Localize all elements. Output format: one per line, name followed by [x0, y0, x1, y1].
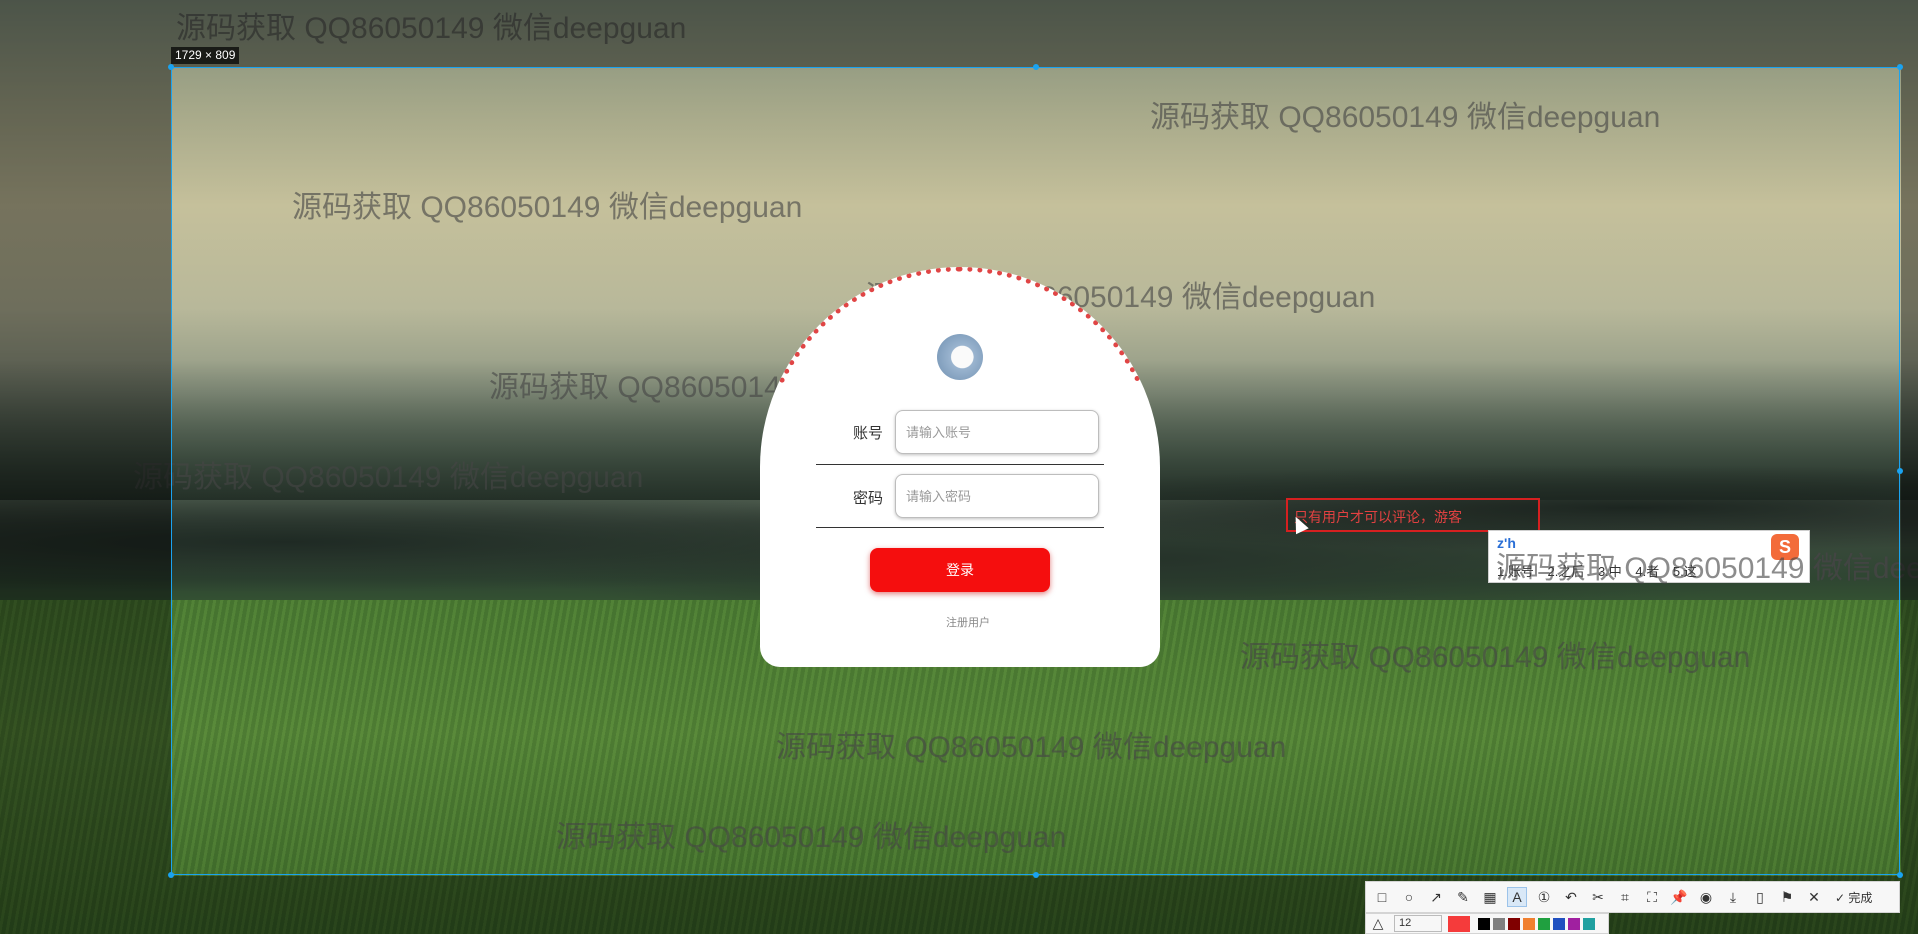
resize-handle[interactable] — [1897, 468, 1903, 474]
active-color-swatch[interactable] — [1448, 915, 1470, 932]
selection-size-label: 1729 × 809 — [171, 47, 240, 64]
rectangle-icon[interactable]: □ — [1372, 887, 1392, 907]
ellipse-icon[interactable]: ○ — [1399, 887, 1419, 907]
phone-icon[interactable]: ▯ — [1750, 887, 1770, 907]
resize-handle[interactable] — [168, 872, 174, 878]
mosaic-icon[interactable]: ▦ — [1480, 887, 1500, 907]
ocr-icon[interactable]: ⌗ — [1615, 887, 1635, 907]
color-swatch[interactable] — [1508, 917, 1520, 930]
resize-handle[interactable] — [1033, 872, 1039, 878]
color-swatch[interactable] — [1568, 917, 1580, 930]
resize-handle[interactable] — [1897, 872, 1903, 878]
color-swatch[interactable] — [1538, 917, 1550, 930]
dim-overlay-left — [0, 67, 171, 876]
pen-icon[interactable]: ✎ — [1453, 887, 1473, 907]
resize-handle[interactable] — [1033, 64, 1039, 70]
dim-overlay-top — [0, 0, 1918, 67]
record-icon[interactable]: ◉ — [1696, 887, 1716, 907]
text-icon[interactable]: A — [1507, 887, 1527, 907]
dim-overlay-right — [1901, 67, 1918, 876]
close-icon[interactable]: ✕ — [1804, 887, 1824, 907]
download-icon[interactable]: ⤓ — [1723, 887, 1743, 907]
color-swatch[interactable] — [1553, 917, 1565, 930]
done-button[interactable]: ✓ 完成 — [1835, 889, 1872, 906]
screenshot-icon[interactable]: ⛶ — [1642, 887, 1662, 907]
resize-handle[interactable] — [1897, 64, 1903, 70]
scissors-icon[interactable]: ✂ — [1588, 887, 1608, 907]
line-width-icon[interactable]: △ — [1372, 914, 1384, 934]
color-swatch[interactable] — [1583, 917, 1595, 930]
font-size-select[interactable]: 12 — [1394, 915, 1442, 932]
style-toolbar: △ 12 — [1365, 913, 1609, 934]
resize-handle[interactable] — [168, 64, 174, 70]
color-swatch[interactable] — [1493, 917, 1505, 930]
undo-icon[interactable]: ↶ — [1561, 887, 1581, 907]
capture-selection[interactable] — [171, 67, 1900, 875]
arrow-icon[interactable]: ↗ — [1426, 887, 1446, 907]
pin-icon[interactable]: 📌 — [1669, 887, 1689, 907]
number-icon[interactable]: ① — [1534, 887, 1554, 907]
bookmark-icon[interactable]: ⚑ — [1777, 887, 1797, 907]
done-label: 完成 — [1848, 890, 1873, 905]
color-swatch[interactable] — [1478, 917, 1490, 930]
color-swatch[interactable] — [1523, 917, 1535, 930]
screenshot-toolbar: □ ○ ↗ ✎ ▦ A ① ↶ ✂ ⌗ ⛶ 📌 ◉ ⤓ ▯ ⚑ ✕ ✓ 完成 — [1365, 881, 1900, 913]
